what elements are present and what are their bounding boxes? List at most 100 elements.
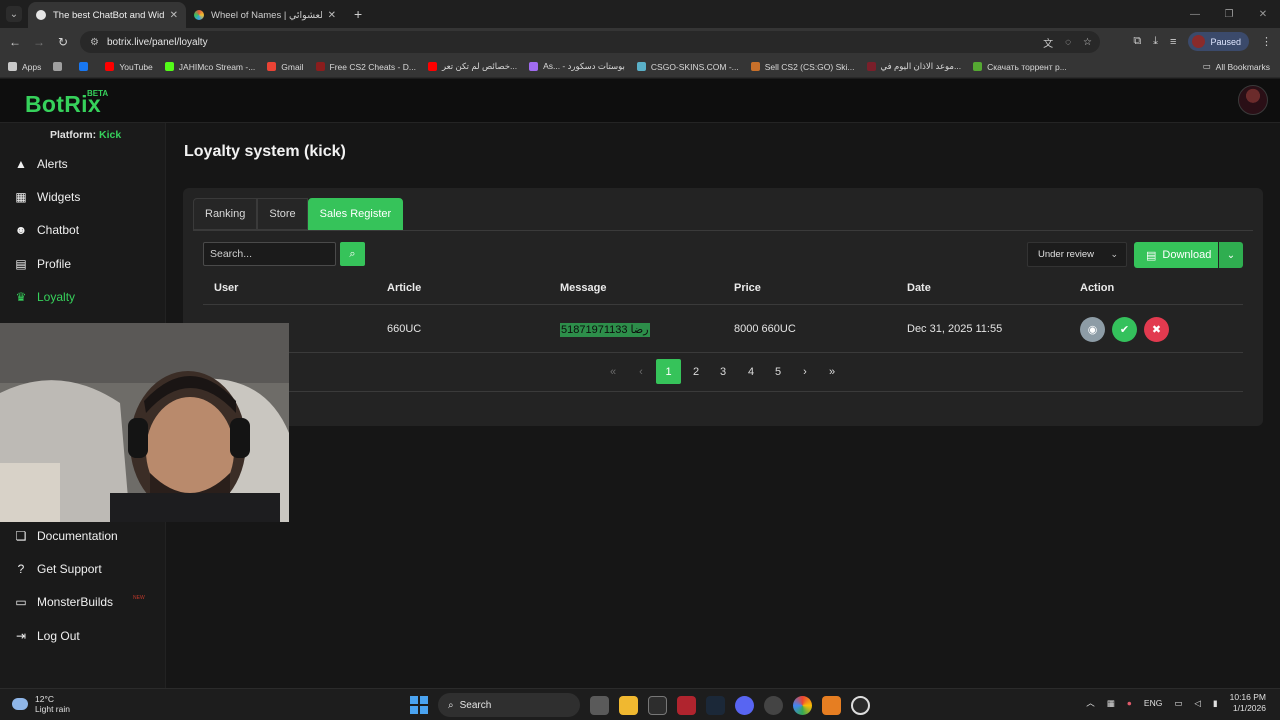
valorant-icon[interactable]: [677, 695, 696, 715]
language-indicator[interactable]: ENG: [1144, 698, 1162, 708]
bookmark-item[interactable]: Apps: [8, 62, 41, 72]
app-icon[interactable]: [822, 695, 841, 715]
last-page-button[interactable]: »: [819, 359, 845, 384]
table-row: 660UC رضا 51871971133 8000 660UC Dec 31,…: [203, 305, 1243, 353]
battery-icon[interactable]: ▮: [1213, 698, 1218, 709]
chrome-icon[interactable]: [793, 695, 812, 715]
obs-icon[interactable]: [764, 695, 783, 715]
bookmark-favicon-icon: [79, 62, 89, 71]
column-message: Message: [560, 282, 607, 294]
clock[interactable]: 10:16 PM 1/1/2026: [1230, 692, 1266, 714]
download-icon[interactable]: ⤓: [1153, 35, 1158, 48]
chevron-up-icon[interactable]: ︿: [1086, 697, 1095, 709]
sidebar-item-alerts[interactable]: ▲ Alerts: [13, 157, 68, 171]
eye-off-icon[interactable]: ◌: [1065, 37, 1071, 48]
microphone-icon[interactable]: ●: [1127, 698, 1132, 708]
star-icon[interactable]: ☆: [1083, 37, 1092, 48]
prev-page-button[interactable]: ‹: [628, 359, 654, 384]
profile-button[interactable]: Paused: [1188, 32, 1249, 51]
bookmark-item[interactable]: Free CS2 Cheats - D...: [315, 62, 416, 72]
tray-app-icon[interactable]: ▦: [1107, 698, 1115, 709]
close-tab-icon[interactable]: ✕: [170, 10, 178, 21]
page-4-button[interactable]: 4: [738, 359, 764, 384]
sidebar-item-monsterbuilds[interactable]: ▭ MonsterBuilds NEW: [13, 595, 144, 609]
check-icon: ✔: [1119, 324, 1130, 336]
file-explorer-icon[interactable]: [619, 695, 638, 715]
avatar: [1192, 35, 1206, 48]
first-page-button[interactable]: «: [600, 359, 626, 384]
browser-tab-wheel[interactable]: Wheel of Names | إسم العشوائي ✕: [186, 2, 344, 28]
media-icon[interactable]: ≡: [1170, 36, 1176, 48]
minimize-icon[interactable]: —: [1178, 0, 1212, 28]
bookmark-item[interactable]: موعد الاذان اليوم في...: [866, 61, 961, 72]
task-view-icon[interactable]: [590, 695, 609, 715]
sidebar-item-documentation[interactable]: ❏ Documentation: [13, 529, 118, 543]
taskbar-search[interactable]: ⌕ Search: [438, 693, 580, 717]
webcam-feed-image: [0, 323, 289, 522]
browser-tab-botrix[interactable]: The best ChatBot and Widgets ✕: [28, 2, 186, 28]
bookmark-item[interactable]: As... - بوستات دسكورد: [529, 61, 625, 72]
id-card-icon: ▤: [15, 257, 27, 271]
search-icon: ⌕: [349, 247, 356, 260]
search-input[interactable]: [203, 242, 336, 266]
bookmark-item[interactable]: خصائص لم تكن تعر...: [427, 61, 517, 72]
windows-start-icon[interactable]: [410, 696, 428, 714]
sidebar-item-widgets[interactable]: ▦ Widgets: [13, 190, 80, 204]
user-avatar[interactable]: [1238, 85, 1268, 115]
download-options-button[interactable]: ⌄: [1219, 242, 1243, 268]
bookmark-item[interactable]: Скачать торрент р...: [973, 62, 1067, 72]
column-action: Action: [1080, 282, 1115, 294]
new-tab-button[interactable]: +: [354, 6, 362, 22]
taskbar-apps: ⌕ Search: [410, 693, 870, 717]
question-icon: ?: [17, 562, 25, 576]
steam-icon[interactable]: [706, 695, 725, 715]
page-3-button[interactable]: 3: [710, 359, 736, 384]
site-info-icon[interactable]: ⚙: [90, 37, 99, 48]
tab-search-button[interactable]: ⌄: [6, 6, 22, 22]
menu-icon[interactable]: ⋮: [1261, 35, 1272, 48]
tab-ranking[interactable]: Ranking: [193, 198, 258, 230]
download-button[interactable]: ▤ Download: [1134, 242, 1218, 268]
sidebar-item-get-support[interactable]: ? Get Support: [13, 562, 102, 576]
translate-icon[interactable]: 文: [1043, 35, 1053, 50]
all-bookmarks-button[interactable]: ▭ All Bookmarks: [1203, 61, 1270, 72]
sidebar-item-chatbot[interactable]: ☻ Chatbot: [13, 223, 79, 237]
close-window-icon[interactable]: ✕: [1246, 0, 1280, 28]
bookmark-item[interactable]: Gmail: [267, 62, 304, 72]
bookmark-item[interactable]: JAHIMco Stream -...: [164, 62, 255, 72]
sidebar-item-logout[interactable]: ⇥ Log Out: [13, 629, 80, 643]
discord-icon[interactable]: [735, 695, 754, 715]
bookmark-item[interactable]: [79, 62, 93, 71]
reload-icon[interactable]: ↻: [51, 35, 75, 49]
tab-sales-register[interactable]: Sales Register: [307, 198, 404, 230]
bookmark-item[interactable]: YouTube: [105, 62, 153, 72]
weather-widget[interactable]: 12°C Light rain: [12, 694, 70, 714]
volume-icon[interactable]: ◁: [1194, 698, 1201, 709]
sidebar-item-loyalty[interactable]: ♛ Loyalty: [13, 290, 75, 304]
back-icon[interactable]: ←: [3, 35, 27, 49]
page-1-button[interactable]: 1: [656, 359, 681, 384]
platform-label: Platform: Kick: [50, 129, 122, 141]
status-filter-select[interactable]: Under review ⌄: [1027, 242, 1127, 267]
page-2-button[interactable]: 2: [683, 359, 709, 384]
address-bar[interactable]: ⚙ botrix.live/panel/loyalty 文 ◌ ☆: [80, 31, 1100, 53]
g-hub-icon[interactable]: [648, 695, 667, 715]
tab-store[interactable]: Store: [257, 198, 308, 230]
bookmark-item[interactable]: Sell CS2 (CS:GO) Ski...: [750, 62, 855, 72]
view-button[interactable]: ◉: [1080, 317, 1105, 342]
network-icon[interactable]: ▭: [1174, 698, 1182, 709]
page-5-button[interactable]: 5: [765, 359, 791, 384]
bookmark-item[interactable]: CSGO-SKINS.COM -...: [636, 62, 739, 72]
bookmark-item[interactable]: [53, 62, 67, 71]
sidebar-item-profile[interactable]: ▤ Profile: [13, 257, 71, 271]
search-button[interactable]: ⌕: [340, 242, 365, 266]
maximize-icon[interactable]: ❐: [1212, 0, 1246, 28]
approve-button[interactable]: ✔: [1112, 317, 1137, 342]
column-article: Article: [387, 282, 422, 294]
close-tab-icon[interactable]: ✕: [328, 10, 336, 21]
settings-icon[interactable]: [851, 695, 870, 715]
extensions-icon[interactable]: ⧉: [1133, 35, 1141, 48]
next-page-button[interactable]: ›: [792, 359, 818, 384]
forward-icon[interactable]: →: [27, 35, 51, 49]
reject-button[interactable]: ✖: [1144, 317, 1169, 342]
